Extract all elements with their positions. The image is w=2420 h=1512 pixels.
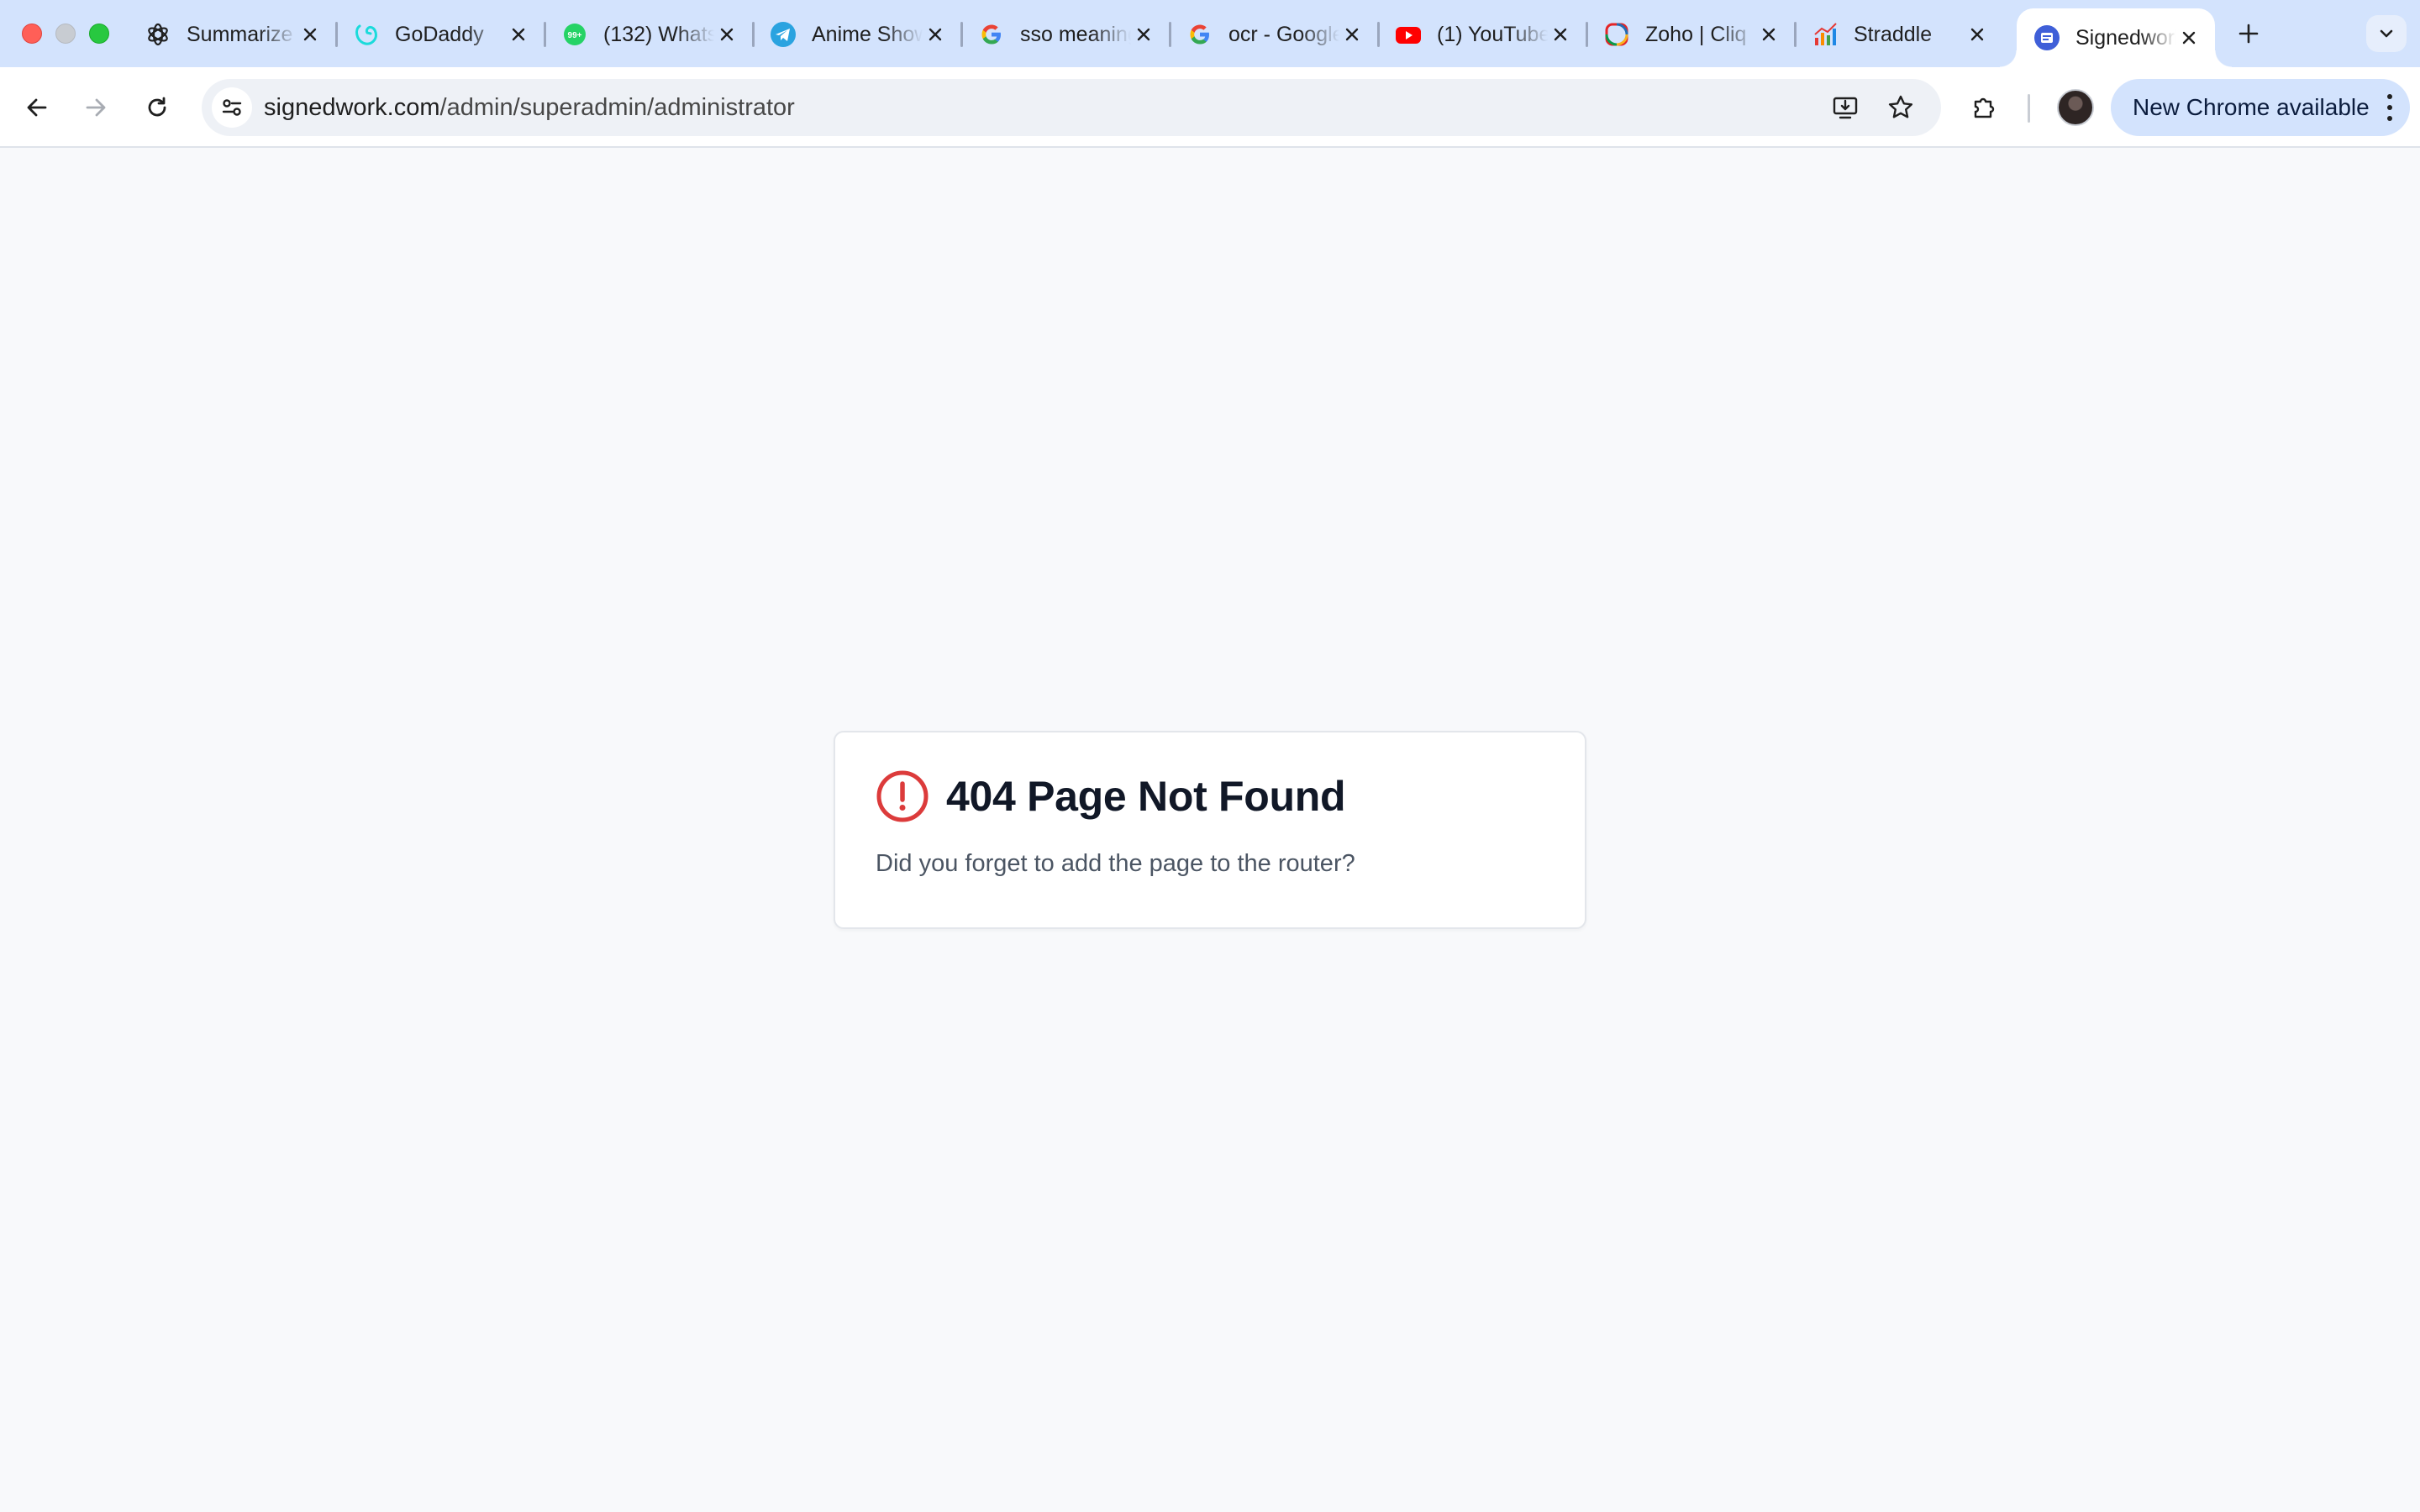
signedwork-icon (2033, 24, 2060, 51)
tab-sso-meaning[interactable]: sso meaning (961, 8, 1171, 60)
tab-zoho-cliq[interactable]: Zoho | Cliq (1586, 8, 1797, 60)
chrome-update-button[interactable]: New Chrome available (2111, 79, 2410, 136)
window-zoom-button[interactable] (89, 24, 109, 44)
tab-title: Summarize (187, 22, 293, 46)
close-tab-icon[interactable] (1965, 22, 1990, 47)
page-title: 404 Page Not Found (946, 773, 1346, 820)
url-text[interactable]: signedwork.com/admin/superadmin/administ… (264, 79, 795, 136)
close-tab-icon[interactable] (714, 22, 739, 47)
back-button[interactable] (17, 87, 57, 128)
close-tab-icon[interactable] (506, 22, 531, 47)
new-tab-button[interactable] (2232, 17, 2265, 50)
page-content: 404 Page Not Found Did you forget to add… (0, 148, 2420, 1512)
not-found-card: 404 Page Not Found Did you forget to add… (834, 731, 1586, 929)
chart-icon (1812, 21, 1839, 48)
arrow-right-icon (86, 98, 106, 117)
more-menu-icon[interactable] (2385, 94, 2395, 121)
tab-title: (1) YouTube (1437, 22, 1548, 46)
tab-signedwork[interactable]: Signedwork (2000, 8, 2232, 67)
openai-icon (145, 21, 171, 48)
tab-title: sso meaning (1020, 22, 1131, 46)
godaddy-icon (353, 21, 380, 48)
close-tab-icon[interactable] (1548, 22, 1573, 47)
extensions-button[interactable] (1965, 87, 2005, 128)
window-close-button[interactable] (22, 24, 42, 44)
puzzle-icon (1974, 97, 1995, 118)
tab-title: Anime Shows (812, 22, 923, 46)
error-message: Did you forget to add the page to the ro… (876, 850, 1355, 877)
tab-title: Straddle (1854, 22, 1933, 46)
google-icon (978, 21, 1005, 48)
telegram-icon (770, 21, 797, 48)
plus-icon (2238, 24, 2259, 44)
alert-circle-icon (876, 770, 929, 822)
toolbar-divider (2028, 94, 2030, 123)
close-tab-icon[interactable] (1756, 22, 1781, 47)
install-app-icon[interactable] (1825, 87, 1865, 128)
close-tab-icon[interactable] (297, 22, 323, 47)
url-domain: signedwork.com (264, 94, 440, 121)
tab-title: GoDaddy (395, 22, 484, 46)
tab-godaddy[interactable]: GoDaddy (336, 8, 546, 60)
tab-title: Zoho | Cliq (1645, 22, 1747, 46)
reload-button[interactable] (137, 87, 177, 128)
zoho-icon (1603, 21, 1630, 48)
svg-text:99+: 99+ (568, 31, 582, 40)
tab-straddle[interactable]: Straddle (1795, 8, 2003, 60)
tab-search-button[interactable] (2366, 15, 2407, 52)
tab-title: (132) WhatsApp (603, 22, 714, 46)
site-settings-icon[interactable] (212, 87, 252, 128)
tab-ocr-google[interactable]: ocr - Google (1170, 8, 1380, 60)
tab-title: ocr - Google (1228, 22, 1339, 46)
chevron-down-icon (2380, 29, 2393, 38)
bookmark-star-icon[interactable] (1881, 87, 1921, 128)
forward-button[interactable] (76, 87, 116, 128)
update-label: New Chrome available (2133, 94, 2370, 120)
close-tab-icon[interactable] (2176, 25, 2202, 50)
url-path: /admin/superadmin/administrator (439, 94, 795, 121)
tab-title: Signedwork (2075, 25, 2176, 50)
window-minimize-button[interactable] (55, 24, 76, 44)
reload-icon (148, 97, 166, 117)
tab-strip: Summarize GoDaddy 99+ (132) WhatsApp Ani… (0, 0, 2420, 67)
card-header: 404 Page Not Found (876, 769, 1346, 823)
tab-anime-shows[interactable]: Anime Shows (753, 8, 963, 60)
profile-avatar[interactable] (2057, 89, 2094, 126)
tab-youtube[interactable]: (1) YouTube (1378, 8, 1588, 60)
browser-toolbar: signedwork.com/admin/superadmin/administ… (0, 67, 2420, 148)
address-bar[interactable]: signedwork.com/admin/superadmin/administ… (202, 79, 1941, 136)
whatsapp-icon: 99+ (561, 21, 588, 48)
close-tab-icon[interactable] (1131, 22, 1156, 47)
close-tab-icon[interactable] (1339, 22, 1365, 47)
arrow-left-icon (27, 98, 47, 117)
tab-summarize[interactable]: Summarize (128, 8, 338, 60)
close-tab-icon[interactable] (923, 22, 948, 47)
tab-whatsapp[interactable]: 99+ (132) WhatsApp (544, 8, 755, 60)
google-icon (1186, 21, 1213, 48)
youtube-icon (1395, 21, 1422, 48)
